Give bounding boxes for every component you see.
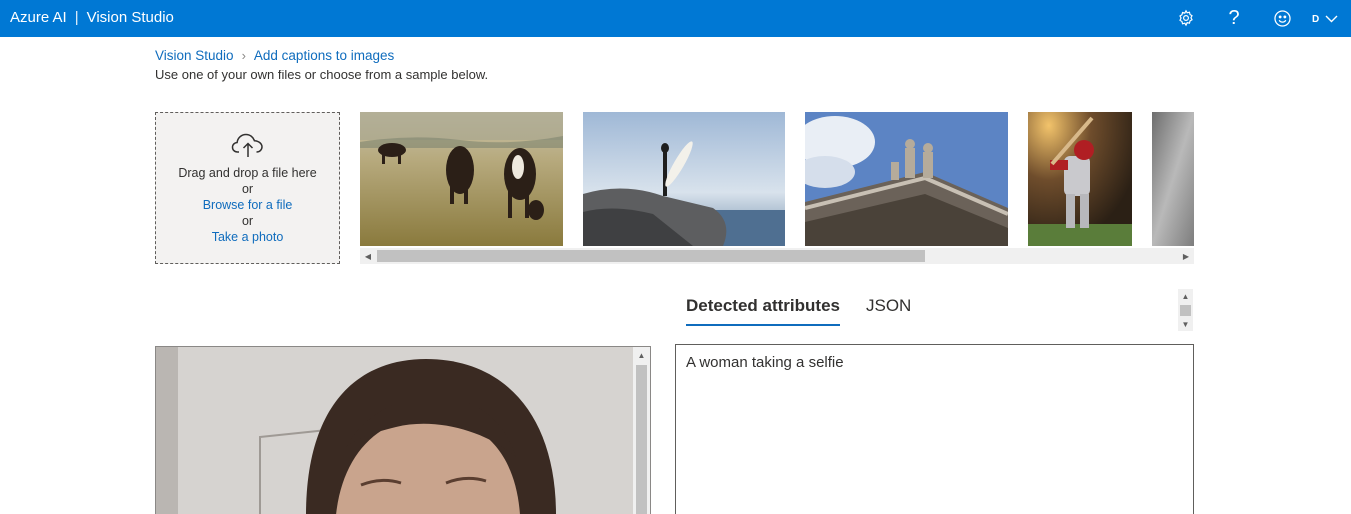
product-name: Vision Studio: [86, 9, 174, 26]
breadcrumb: Vision Studio › Add captions to images: [155, 48, 394, 63]
tab-json[interactable]: JSON: [866, 296, 911, 326]
take-photo-link[interactable]: Take a photo: [212, 229, 284, 245]
app-brand[interactable]: Azure AI | Vision Studio: [10, 9, 174, 26]
image-preview: [155, 346, 651, 514]
or-text: or: [241, 214, 254, 228]
help-icon: ?: [1228, 7, 1240, 29]
cloud-upload-icon: [231, 133, 263, 157]
gallery-scrollbar[interactable]: ◀ ▶: [360, 248, 1194, 264]
browse-file-link[interactable]: Browse for a file: [203, 197, 293, 213]
feedback-button[interactable]: [1270, 6, 1294, 30]
scroll-up-icon[interactable]: ▲: [1178, 290, 1193, 302]
sample-image-building[interactable]: [805, 112, 1008, 246]
preview-scrollbar[interactable]: ▲: [633, 347, 650, 514]
intro-text: Use one of your own files or choose from…: [155, 70, 488, 82]
chevron-right-icon: ›: [241, 48, 246, 63]
gear-icon: [1179, 9, 1193, 27]
chevron-down-icon: [1325, 15, 1338, 23]
account-initial: D: [1312, 13, 1320, 25]
tabs-scrollbar[interactable]: ▲ ▼: [1178, 289, 1193, 331]
file-drop-zone[interactable]: Drag and drop a file here or Browse for …: [155, 112, 340, 264]
tab-detected-attributes[interactable]: Detected attributes: [686, 296, 840, 326]
or-text: or: [241, 182, 254, 196]
brand-separator: |: [74, 9, 79, 26]
scroll-left-icon[interactable]: ◀: [360, 248, 376, 264]
caption-text: A woman taking a selfie: [686, 354, 844, 371]
tabs-scroll-thumb[interactable]: [1180, 305, 1191, 316]
top-bar: Azure AI | Vision Studio ? D: [0, 0, 1351, 37]
breadcrumb-home-link[interactable]: Vision Studio: [155, 48, 234, 63]
detected-attributes-panel: A woman taking a selfie: [675, 344, 1194, 514]
account-menu[interactable]: D: [1312, 8, 1348, 30]
breadcrumb-current-link[interactable]: Add captions to images: [254, 48, 394, 63]
scroll-right-icon[interactable]: ▶: [1178, 248, 1194, 264]
intro-text-label: Use one of your own files or choose from…: [155, 70, 489, 82]
scroll-up-icon[interactable]: ▲: [633, 349, 650, 361]
smiley-icon: [1273, 9, 1291, 27]
sample-image-grey[interactable]: [1152, 112, 1194, 246]
settings-button[interactable]: [1174, 6, 1198, 30]
scroll-down-icon[interactable]: ▼: [1178, 318, 1193, 330]
gallery-scroll-thumb[interactable]: [377, 250, 925, 262]
help-button[interactable]: ?: [1222, 6, 1246, 30]
selfie-image: [156, 347, 634, 514]
result-tabs: Detected attributes JSON: [686, 296, 911, 326]
sample-gallery: [360, 112, 1194, 246]
brand-name: Azure AI: [10, 9, 67, 26]
drag-drop-text: Drag and drop a file here: [178, 166, 317, 180]
sample-image-surfer[interactable]: [583, 112, 785, 246]
preview-scroll-thumb[interactable]: [636, 365, 647, 514]
sample-image-baseball[interactable]: [1028, 112, 1132, 246]
sample-image-cows[interactable]: [360, 112, 563, 246]
